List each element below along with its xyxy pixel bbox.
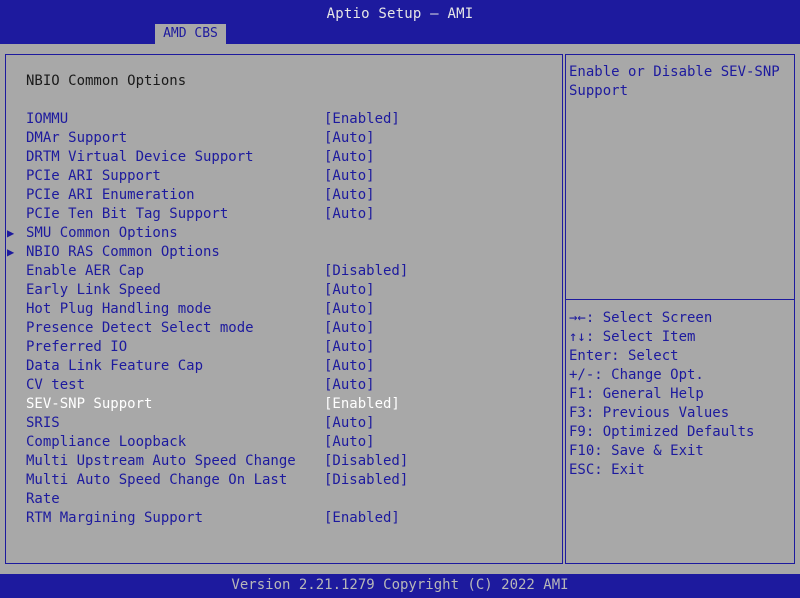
key-general-help: F1: General Help (569, 386, 704, 402)
option-value[interactable]: [Auto] (324, 377, 375, 393)
option-label: PCIe Ten Bit Tag Support (26, 206, 229, 222)
key-optimized-defaults: F9: Optimized Defaults (569, 424, 755, 440)
option-value[interactable]: [Disabled] (324, 453, 408, 469)
key-change-opt: +/-: Change Opt. (569, 367, 704, 383)
option-label: Data Link Feature Cap (26, 358, 204, 374)
options-pane: NBIO Common Options IOMMU [Enabled] DMAr S… (5, 54, 563, 564)
option-value[interactable]: [Enabled] (324, 111, 400, 127)
option-row[interactable]: Enable AER Cap [Disabled] (6, 263, 562, 282)
option-label: Early Link Speed (26, 282, 161, 298)
help-line-1: Enable or Disable SEV-SNP (569, 64, 780, 80)
option-label: CV test (26, 377, 86, 393)
option-label: Preferred IO (26, 339, 128, 355)
option-value[interactable]: [Auto] (324, 187, 375, 203)
option-row[interactable]: Compliance Loopback [Auto] (6, 434, 562, 453)
app-title: Aptio Setup – AMI (326, 6, 474, 22)
option-label: Hot Plug Handling mode (26, 301, 212, 317)
option-value[interactable]: [Enabled] (324, 510, 400, 526)
option-row[interactable]: ▶ NBIO RAS Common Options (6, 244, 562, 263)
option-value[interactable]: [Auto] (324, 301, 375, 317)
footer: Version 2.21.1279 Copyright (C) 2022 AMI (0, 574, 800, 598)
option-row[interactable]: PCIe ARI Enumeration [Auto] (6, 187, 562, 206)
option-value[interactable]: [Auto] (324, 339, 375, 355)
option-value[interactable]: [Disabled] (324, 263, 408, 279)
help-line-2: Support (569, 83, 629, 99)
key-previous-values: F3: Previous Values (569, 405, 730, 421)
option-row: Rate (6, 491, 562, 510)
option-row[interactable]: CV test [Auto] (6, 377, 562, 396)
option-value[interactable]: [Auto] (324, 282, 375, 298)
key-save-exit: F10: Save & Exit (569, 443, 704, 459)
option-label: IOMMU (26, 111, 69, 127)
option-row[interactable]: DMAr Support [Auto] (6, 130, 562, 149)
option-row[interactable]: Multi Upstream Auto Speed Change [Disable… (6, 453, 562, 472)
option-value[interactable]: [Auto] (324, 434, 375, 450)
option-label: Presence Detect Select mode (26, 320, 254, 336)
option-row[interactable]: Presence Detect Select mode [Auto] (6, 320, 562, 339)
option-row[interactable]: Hot Plug Handling mode [Auto] (6, 301, 562, 320)
option-row[interactable]: PCIe Ten Bit Tag Support [Auto] (6, 206, 562, 225)
help-pane: Enable or Disable SEV-SNP Support →←: Se… (565, 54, 795, 564)
option-row[interactable]: Multi Auto Speed Change On Last [Disabled… (6, 472, 562, 491)
submenu-arrow-icon: ▶ (7, 245, 15, 259)
option-label: Enable AER Cap (26, 263, 145, 279)
option-label: PCIe ARI Enumeration (26, 187, 195, 203)
option-row[interactable]: IOMMU [Enabled] (6, 111, 562, 130)
option-value[interactable]: [Auto] (324, 415, 375, 431)
option-label: SMU Common Options (26, 225, 178, 241)
option-value[interactable]: [Auto] (324, 130, 375, 146)
option-label: SEV-SNP Support (26, 396, 153, 412)
section-title: NBIO Common Options (26, 73, 187, 89)
key-select-screen: →←: Select Screen (569, 310, 713, 326)
option-row[interactable]: SRIS [Auto] (6, 415, 562, 434)
option-row[interactable]: Preferred IO [Auto] (6, 339, 562, 358)
option-label: RTM Margining Support (26, 510, 204, 526)
key-legend: →←: Select Screen ↑↓: Select Item Enter:… (569, 310, 793, 481)
option-value[interactable]: [Auto] (324, 168, 375, 184)
option-label: Compliance Loopback (26, 434, 187, 450)
option-value[interactable]: [Auto] (324, 206, 375, 222)
header-bar: Aptio Setup – AMI AMD CBS (0, 0, 800, 44)
option-row[interactable]: RTM Margining Support [Enabled] (6, 510, 562, 529)
key-exit: ESC: Exit (569, 462, 645, 478)
option-label: NBIO RAS Common Options (26, 244, 220, 260)
key-select-item: ↑↓: Select Item (569, 329, 696, 345)
option-row[interactable]: ▶ SMU Common Options (6, 225, 562, 244)
option-row[interactable]: SEV-SNP Support [Enabled] (6, 396, 562, 415)
tab-amd-cbs[interactable]: AMD CBS (155, 24, 226, 44)
option-row[interactable]: PCIe ARI Support [Auto] (6, 168, 562, 187)
help-text: Enable or Disable SEV-SNP Support (569, 63, 789, 101)
option-row[interactable]: Data Link Feature Cap [Auto] (6, 358, 562, 377)
option-row[interactable]: DRTM Virtual Device Support [Auto] (6, 149, 562, 168)
option-label: Multi Auto Speed Change On Last (26, 472, 288, 488)
option-value[interactable]: [Enabled] (324, 396, 400, 412)
main-panel: NBIO Common Options IOMMU [Enabled] DMAr S… (0, 44, 800, 574)
help-divider (566, 299, 794, 300)
submenu-arrow-icon: ▶ (7, 226, 15, 240)
key-enter: Enter: Select (569, 348, 679, 364)
option-row[interactable]: Early Link Speed [Auto] (6, 282, 562, 301)
option-label: DRTM Virtual Device Support (26, 149, 254, 165)
option-label: Rate (26, 491, 60, 507)
option-value[interactable]: [Auto] (324, 358, 375, 374)
option-value[interactable]: [Auto] (324, 320, 375, 336)
option-value[interactable]: [Disabled] (324, 472, 408, 488)
option-label: SRIS (26, 415, 60, 431)
option-label: DMAr Support (26, 130, 128, 146)
option-value[interactable]: [Auto] (324, 149, 375, 165)
option-label: Multi Upstream Auto Speed Change (26, 453, 296, 469)
option-label: PCIe ARI Support (26, 168, 161, 184)
